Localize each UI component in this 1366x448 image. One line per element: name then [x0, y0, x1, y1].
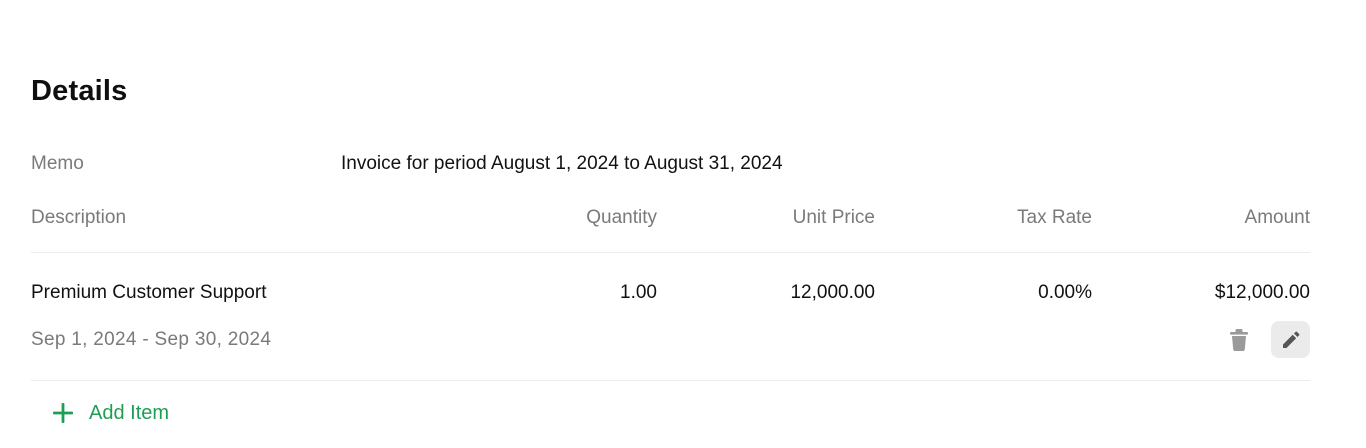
- header-divider: [31, 252, 1310, 253]
- column-header-amount: Amount: [1244, 207, 1310, 228]
- column-header-unit-price: Unit Price: [792, 207, 875, 228]
- line-item-description: Premium Customer Support: [31, 282, 267, 303]
- details-section: Details Memo Invoice for period August 1…: [31, 0, 1310, 448]
- column-header-description: Description: [31, 207, 127, 228]
- delete-item-button[interactable]: [1221, 324, 1257, 356]
- column-header-quantity: Quantity: [586, 207, 657, 228]
- memo-label: Memo: [31, 153, 84, 174]
- edit-item-button[interactable]: [1271, 321, 1310, 358]
- add-item-label: Add Item: [89, 402, 170, 424]
- row-divider: [31, 380, 1310, 381]
- line-item-period: Sep 1, 2024 - Sep 30, 2024: [31, 329, 272, 350]
- add-item-button[interactable]: Add Item: [51, 399, 169, 427]
- memo-value: Invoice for period August 1, 2024 to Aug…: [341, 153, 783, 174]
- line-item-amount: $12,000.00: [1214, 282, 1310, 303]
- column-header-tax-rate: Tax Rate: [1017, 207, 1092, 228]
- section-title: Details: [31, 75, 128, 107]
- line-item-tax-rate: 0.00%: [1038, 282, 1092, 303]
- line-item-quantity: 1.00: [620, 282, 657, 303]
- pencil-icon: [1282, 331, 1299, 348]
- trash-icon: [1230, 329, 1248, 351]
- plus-icon: [51, 401, 75, 425]
- line-item-unit-price: 12,000.00: [790, 282, 875, 303]
